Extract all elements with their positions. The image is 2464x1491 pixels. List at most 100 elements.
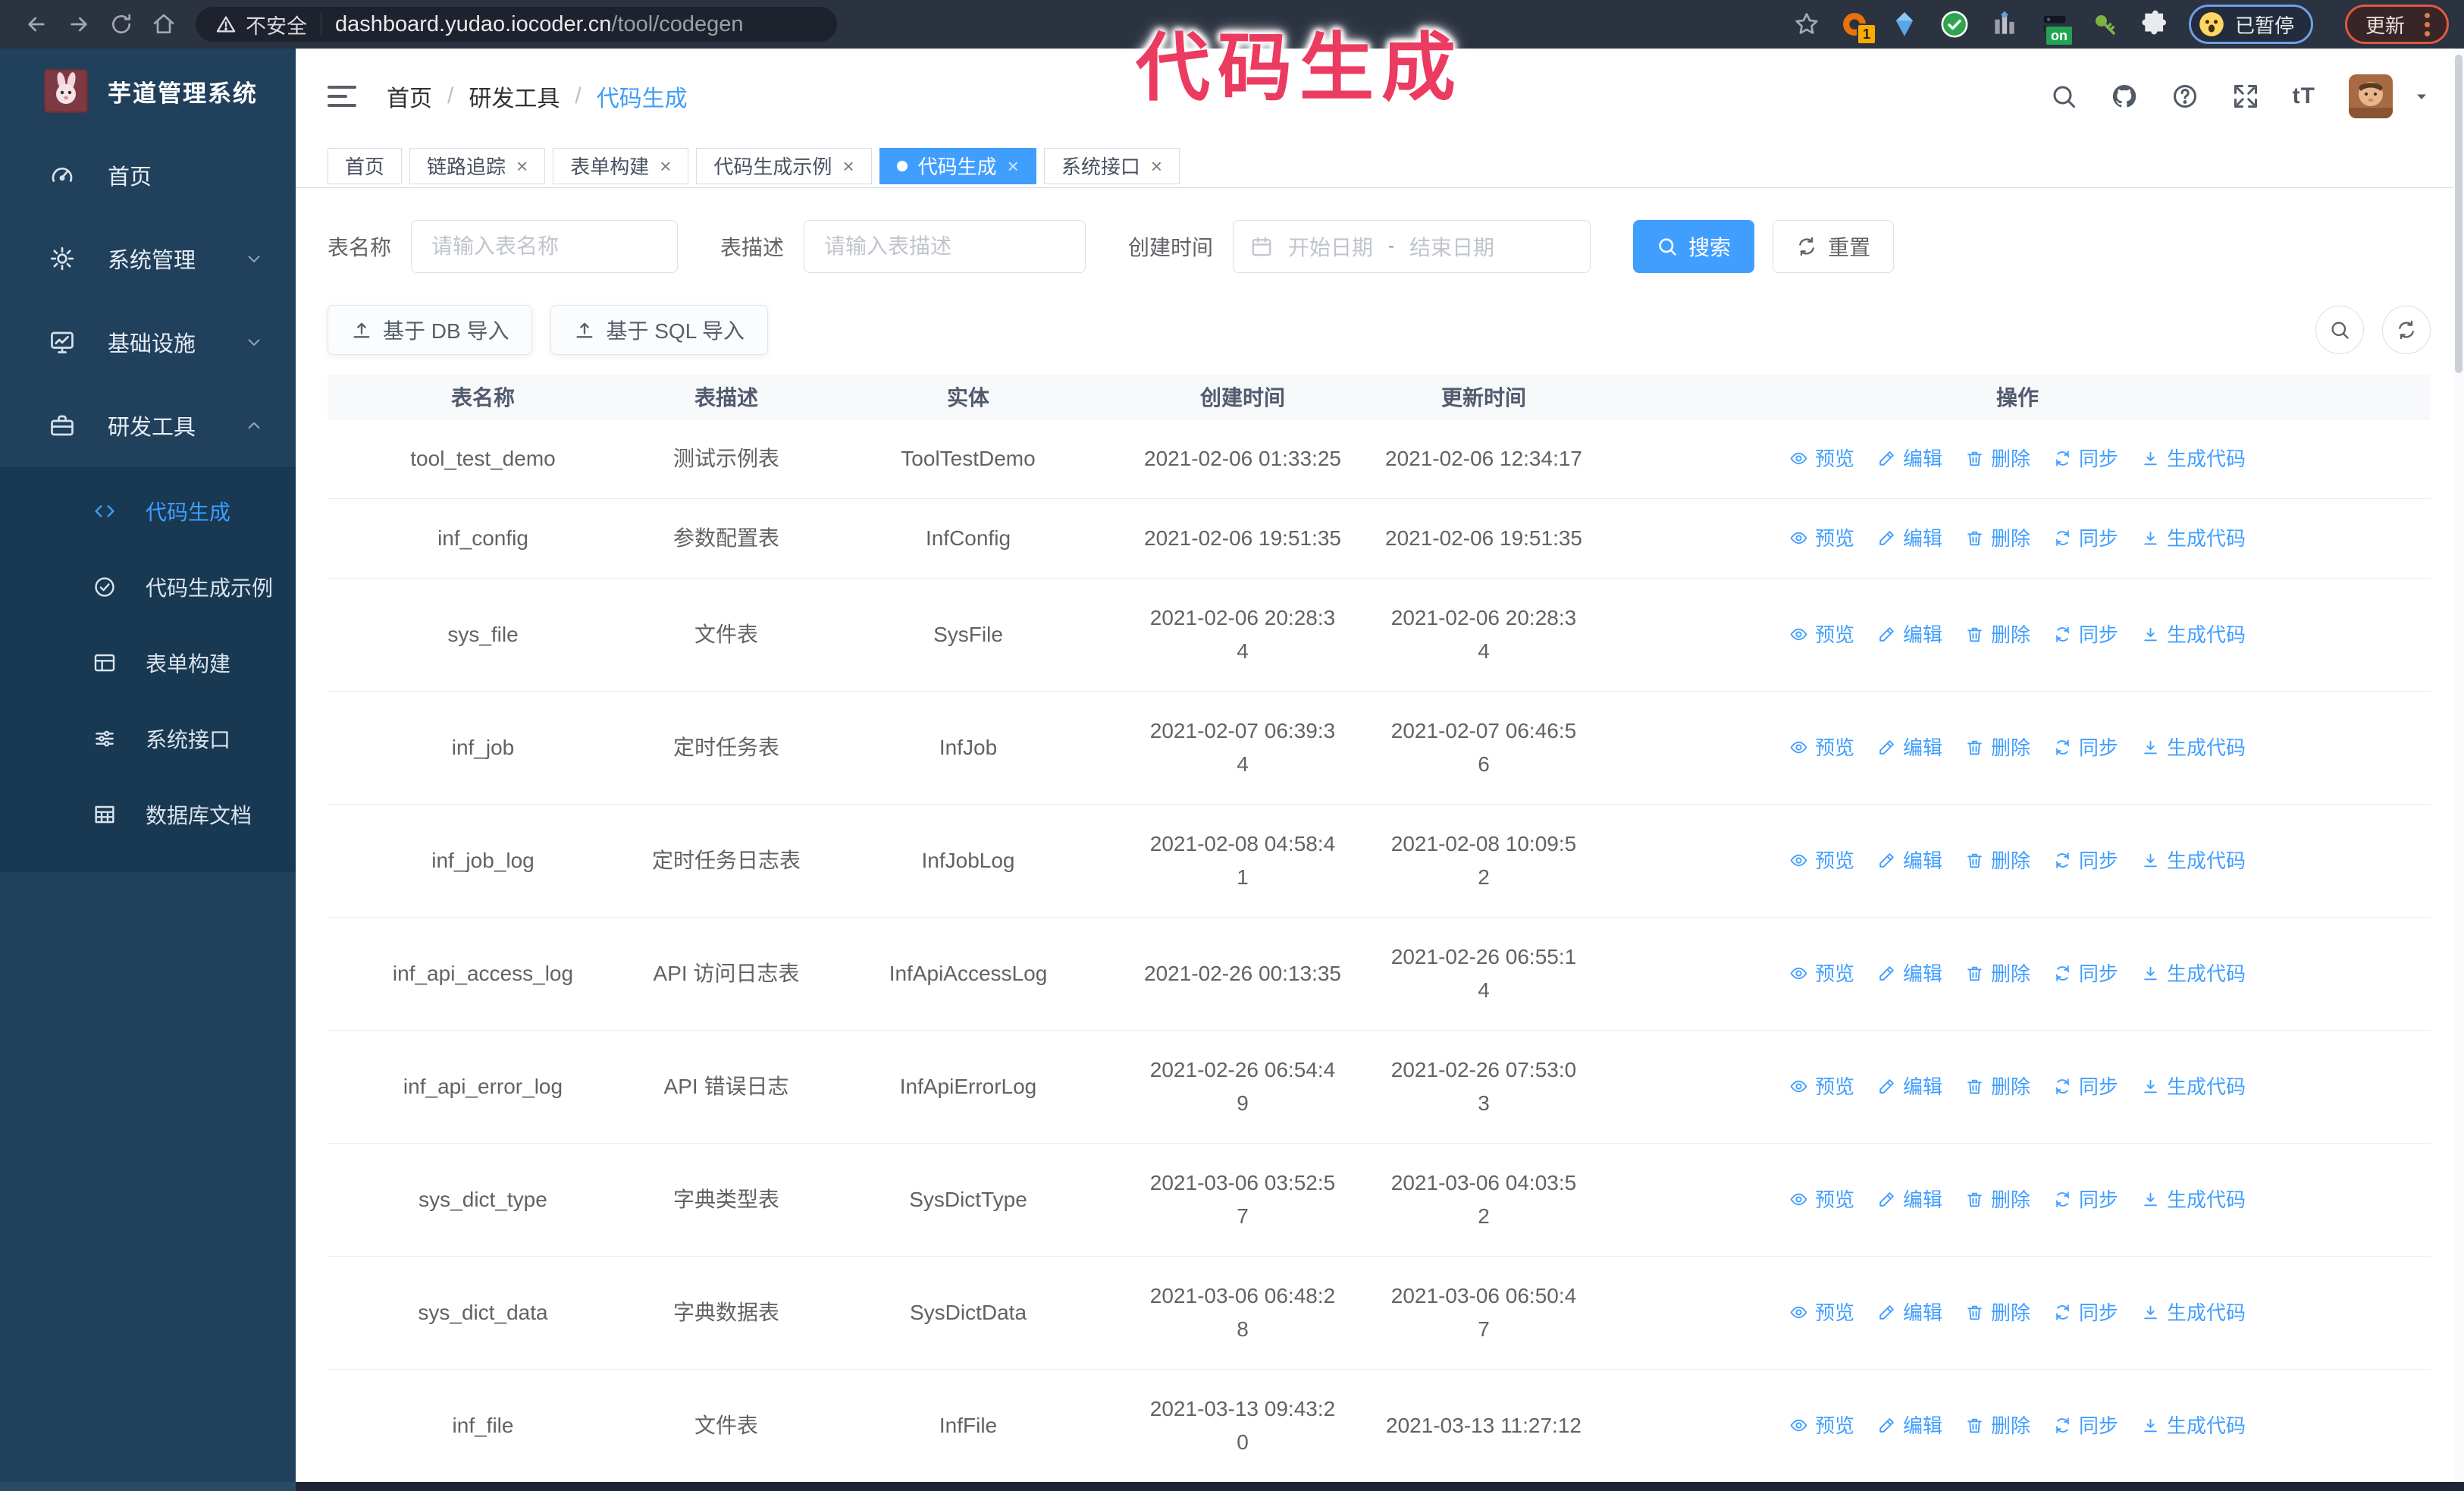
- action-generate[interactable]: 生成代码: [2141, 1409, 2246, 1442]
- extension-server-icon[interactable]: on: [2039, 8, 2074, 46]
- browser-reload-icon[interactable]: [100, 3, 143, 46]
- breadcrumb-item[interactable]: 研发工具: [469, 80, 560, 113]
- breadcrumb-item[interactable]: 代码生成: [597, 80, 688, 113]
- tab-item[interactable]: 代码生成 ×: [879, 147, 1036, 184]
- action-preview[interactable]: 预览: [1789, 1296, 1854, 1329]
- tab-item[interactable]: 链路追踪 ×: [409, 147, 546, 184]
- action-delete[interactable]: 删除: [1965, 1409, 2030, 1442]
- scrollbar-thumb[interactable]: [2455, 55, 2462, 373]
- action-delete[interactable]: 删除: [1965, 442, 2030, 476]
- import-db-button[interactable]: 基于 DB 导入: [328, 305, 533, 355]
- close-icon[interactable]: ×: [1008, 156, 1019, 176]
- security-label[interactable]: 不安全: [246, 10, 307, 39]
- action-preview[interactable]: 预览: [1789, 618, 1854, 651]
- action-edit[interactable]: 编辑: [1877, 1183, 1942, 1216]
- action-edit[interactable]: 编辑: [1877, 618, 1942, 651]
- font-size-icon[interactable]: tT: [2293, 83, 2315, 109]
- action-sync[interactable]: 同步: [2053, 1409, 2118, 1442]
- address-bar[interactable]: 不安全 dashboard.yudao.iocoder.cn/tool/code…: [196, 7, 837, 42]
- browser-menu-icon[interactable]: [2420, 10, 2434, 39]
- action-edit[interactable]: 编辑: [1877, 844, 1942, 877]
- action-edit[interactable]: 编辑: [1877, 1296, 1942, 1329]
- search-button[interactable]: 搜索: [1633, 220, 1755, 273]
- table-desc-input[interactable]: [804, 220, 1086, 273]
- date-range-picker[interactable]: 开始日期 - 结束日期: [1233, 220, 1591, 273]
- action-generate[interactable]: 生成代码: [2141, 1183, 2246, 1216]
- action-edit[interactable]: 编辑: [1877, 522, 1942, 555]
- vertical-scrollbar[interactable]: [2453, 49, 2464, 1482]
- sidebar-subitem[interactable]: 代码生成: [0, 473, 296, 549]
- table-name-input[interactable]: [411, 220, 679, 273]
- close-icon[interactable]: ×: [660, 156, 671, 176]
- action-sync[interactable]: 同步: [2053, 844, 2118, 877]
- browser-forward-icon[interactable]: [58, 3, 100, 46]
- action-edit[interactable]: 编辑: [1877, 731, 1942, 764]
- import-sql-button[interactable]: 基于 SQL 导入: [550, 305, 769, 355]
- action-edit[interactable]: 编辑: [1877, 1070, 1942, 1103]
- action-delete[interactable]: 删除: [1965, 1070, 2030, 1103]
- search-icon[interactable]: [2050, 83, 2077, 110]
- sidebar-item[interactable]: 基础设施: [0, 300, 296, 384]
- action-generate[interactable]: 生成代码: [2141, 731, 2246, 764]
- reset-button[interactable]: 重置: [1773, 220, 1895, 273]
- sidebar-item[interactable]: 研发工具: [0, 384, 296, 467]
- sidebar-subitem[interactable]: 数据库文档: [0, 777, 296, 852]
- close-icon[interactable]: ×: [1151, 156, 1162, 176]
- action-sync[interactable]: 同步: [2053, 522, 2118, 555]
- action-sync[interactable]: 同步: [2053, 731, 2118, 764]
- action-generate[interactable]: 生成代码: [2141, 442, 2246, 476]
- start-date-placeholder[interactable]: 开始日期: [1288, 231, 1373, 262]
- extension-check-icon[interactable]: [1939, 8, 1970, 40]
- help-icon[interactable]: [2171, 83, 2199, 110]
- tab-item[interactable]: 系统接口 ×: [1043, 147, 1180, 184]
- tab-item[interactable]: 表单构建 ×: [553, 147, 689, 184]
- action-delete[interactable]: 删除: [1965, 731, 2030, 764]
- action-preview[interactable]: 预览: [1789, 1070, 1854, 1103]
- sidebar-item[interactable]: 系统管理: [0, 217, 296, 300]
- close-icon[interactable]: ×: [842, 156, 854, 176]
- action-sync[interactable]: 同步: [2053, 957, 2118, 990]
- action-sync[interactable]: 同步: [2053, 1183, 2118, 1216]
- extension-puzzle-icon[interactable]: [2139, 8, 2171, 40]
- action-sync[interactable]: 同步: [2053, 1070, 2118, 1103]
- browser-home-icon[interactable]: [143, 3, 185, 46]
- action-edit[interactable]: 编辑: [1877, 1409, 1942, 1442]
- sidebar-toggle-icon[interactable]: [328, 86, 356, 107]
- close-icon[interactable]: ×: [516, 156, 528, 176]
- action-preview[interactable]: 预览: [1789, 1409, 1854, 1442]
- bookmark-star-icon[interactable]: [1793, 11, 1820, 38]
- profile-paused-pill[interactable]: 已暂停: [2188, 5, 2313, 44]
- action-preview[interactable]: 预览: [1789, 442, 1854, 476]
- action-preview[interactable]: 预览: [1789, 844, 1854, 877]
- action-sync[interactable]: 同步: [2053, 442, 2118, 476]
- action-generate[interactable]: 生成代码: [2141, 957, 2246, 990]
- end-date-placeholder[interactable]: 结束日期: [1409, 231, 1494, 262]
- action-delete[interactable]: 删除: [1965, 1183, 2030, 1216]
- action-preview[interactable]: 预览: [1789, 957, 1854, 990]
- sidebar-subitem[interactable]: 表单构建: [0, 625, 296, 701]
- action-generate[interactable]: 生成代码: [2141, 522, 2246, 555]
- action-generate[interactable]: 生成代码: [2141, 844, 2246, 877]
- action-delete[interactable]: 删除: [1965, 522, 2030, 555]
- action-delete[interactable]: 删除: [1965, 844, 2030, 877]
- action-edit[interactable]: 编辑: [1877, 442, 1942, 476]
- extension-orange-icon[interactable]: 1: [1839, 8, 1876, 45]
- action-generate[interactable]: 生成代码: [2141, 1070, 2246, 1103]
- action-generate[interactable]: 生成代码: [2141, 1296, 2246, 1329]
- tab-item[interactable]: 首页: [328, 147, 403, 184]
- github-icon[interactable]: [2111, 83, 2138, 110]
- app-logo-row[interactable]: 芋道管理系统: [0, 49, 296, 133]
- fullscreen-icon[interactable]: [2232, 83, 2259, 110]
- extension-gem-icon[interactable]: [1889, 8, 1920, 40]
- action-delete[interactable]: 删除: [1965, 618, 2030, 651]
- search-toggle-button[interactable]: [2315, 306, 2364, 354]
- action-sync[interactable]: 同步: [2053, 618, 2118, 651]
- action-preview[interactable]: 预览: [1789, 1183, 1854, 1216]
- extension-columns-icon[interactable]: [1989, 8, 2020, 40]
- breadcrumb-item[interactable]: 首页: [387, 80, 432, 113]
- sidebar-subitem[interactable]: 代码生成示例: [0, 549, 296, 625]
- tab-item[interactable]: 代码生成示例 ×: [696, 147, 872, 184]
- action-preview[interactable]: 预览: [1789, 522, 1854, 555]
- action-sync[interactable]: 同步: [2053, 1296, 2118, 1329]
- action-edit[interactable]: 编辑: [1877, 957, 1942, 990]
